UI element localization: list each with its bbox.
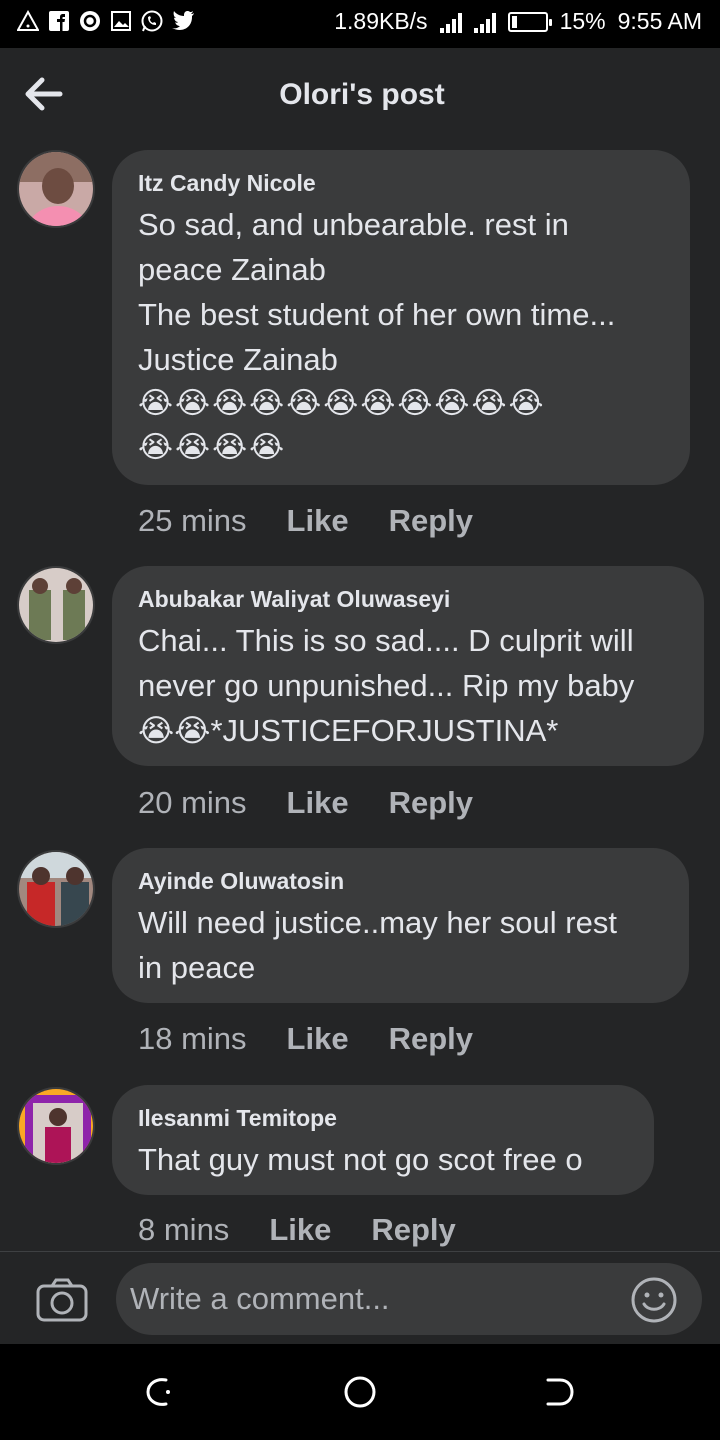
like-button[interactable]: Like: [287, 1021, 349, 1057]
like-button[interactable]: Like: [269, 1212, 331, 1248]
home-icon[interactable]: [342, 1374, 378, 1410]
comment-input[interactable]: [116, 1263, 702, 1335]
crying-emoji-row: 😭😭😭😭😭😭😭😭😭😭😭: [138, 387, 546, 420]
opera-icon: [78, 8, 102, 34]
comment-actions: 8 mins Like Reply: [138, 1212, 456, 1248]
reply-button[interactable]: Reply: [371, 1212, 455, 1248]
whatsapp-icon: [140, 8, 164, 34]
crying-emoji-row: 😭😭😭😭: [138, 431, 287, 464]
facebook-icon: [47, 8, 71, 34]
clock: 9:55 AM: [617, 8, 702, 34]
system-nav-bar: [0, 1344, 720, 1440]
avatar[interactable]: [17, 150, 95, 228]
comment-bubble: Ayinde Oluwatosin Will need justice..may…: [112, 848, 689, 1003]
comment-bubble: Abubakar Waliyat Oluwaseyi Chai... This …: [112, 566, 704, 766]
battery-percent: 15%: [559, 8, 606, 34]
commenter-name[interactable]: Abubakar Waliyat Oluwaseyi: [138, 584, 678, 614]
like-button[interactable]: Like: [287, 503, 349, 539]
comment-actions: 20 mins Like Reply: [138, 785, 473, 821]
comment-composer: [0, 1251, 720, 1344]
network-speed: 1.89KB/s: [334, 8, 428, 34]
alert-icon: [16, 8, 40, 34]
camera-icon[interactable]: [36, 1278, 88, 1322]
signal-4g-icon: [473, 11, 496, 33]
comment-time[interactable]: 8 mins: [138, 1212, 229, 1248]
comment-list: Itz Candy Nicole So sad, and unbearable.…: [0, 148, 720, 1251]
comment-actions: 18 mins Like Reply: [138, 1021, 473, 1057]
reply-button[interactable]: Reply: [389, 503, 473, 539]
comment-time[interactable]: 20 mins: [138, 785, 247, 821]
page-title: Olori's post: [279, 78, 445, 111]
status-indicators: 1.89KB/s 15% 9:55 AM: [334, 8, 702, 35]
recents-icon[interactable]: [142, 1374, 178, 1410]
comment-text: That guy must not go scot free o: [138, 1142, 583, 1177]
commenter-name[interactable]: Ilesanmi Temitope: [138, 1103, 628, 1133]
status-bar: 1.89KB/s 15% 9:55 AM: [0, 0, 720, 48]
commenter-name[interactable]: Itz Candy Nicole: [138, 168, 664, 198]
like-button[interactable]: Like: [287, 785, 349, 821]
reply-button[interactable]: Reply: [389, 785, 473, 821]
comment-time[interactable]: 18 mins: [138, 1021, 247, 1057]
avatar[interactable]: [17, 1087, 95, 1165]
comment-text: Chai... This is so sad.... D culprit wil…: [138, 623, 635, 703]
gallery-icon: [109, 8, 133, 34]
emoji-icon[interactable]: [630, 1276, 678, 1324]
comment-actions: 25 mins Like Reply: [138, 503, 473, 539]
avatar[interactable]: [17, 566, 95, 644]
comment-text: So sad, and unbearable. rest in peace Za…: [138, 207, 616, 377]
back-nav-icon[interactable]: [542, 1374, 578, 1410]
notification-icons: [16, 8, 195, 34]
avatar[interactable]: [17, 850, 95, 928]
signal-icon: [439, 11, 462, 33]
comment-bubble: Itz Candy Nicole So sad, and unbearable.…: [112, 150, 690, 485]
reply-button[interactable]: Reply: [389, 1021, 473, 1057]
comment-time[interactable]: 25 mins: [138, 503, 247, 539]
comment-hashtag-line: 😭😭*JUSTICEFORJUSTINA*: [138, 713, 559, 748]
app-header: Olori's post: [0, 48, 720, 148]
commenter-name[interactable]: Ayinde Oluwatosin: [138, 866, 663, 896]
comment-bubble: Ilesanmi Temitope That guy must not go s…: [112, 1085, 654, 1195]
battery-icon: [507, 11, 552, 32]
comment-text: Will need justice..may her soul rest in …: [138, 905, 617, 985]
twitter-icon: [171, 8, 195, 34]
